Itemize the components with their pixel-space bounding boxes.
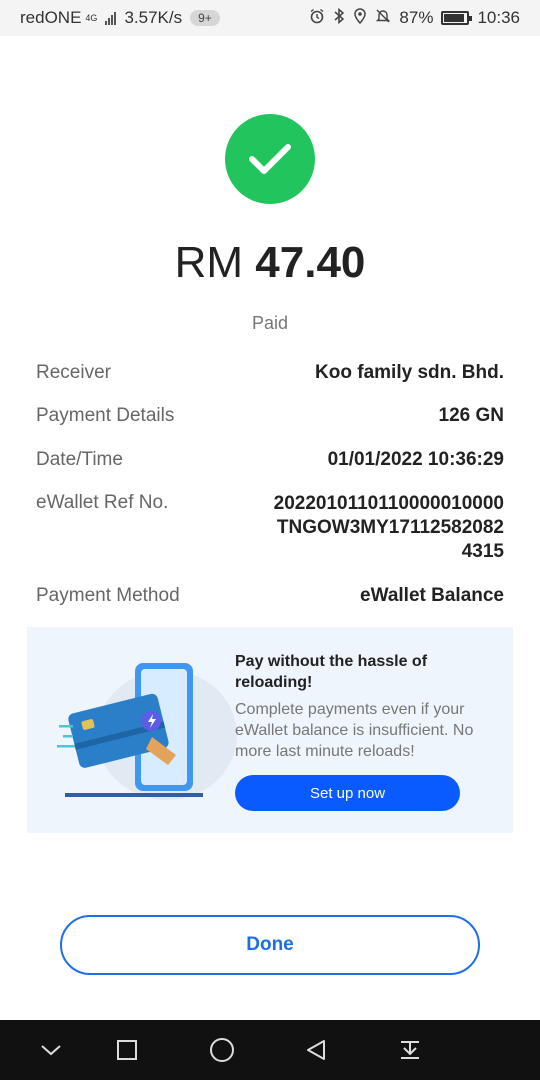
- detail-label: Receiver: [36, 362, 111, 383]
- phone-card-illustration: [57, 663, 237, 800]
- battery-icon: [441, 11, 473, 25]
- detail-label: Payment Details: [36, 405, 175, 426]
- success-check-icon: [225, 114, 315, 204]
- detail-value: 126 GN: [438, 405, 504, 426]
- detail-value: eWallet Balance: [360, 585, 504, 606]
- clock: 10:36: [477, 8, 520, 27]
- system-nav-bar: [0, 1020, 540, 1080]
- detail-row-payment-method: Payment Method eWallet Balance: [36, 585, 504, 607]
- detail-row-ref-no: eWallet Ref No. 2022010110110000010000TN…: [36, 492, 504, 564]
- bluetooth-icon: [333, 7, 345, 28]
- detail-row-payment-details: Payment Details 126 GN: [36, 405, 504, 427]
- network-speed: 3.57K/s: [124, 8, 183, 27]
- amount-value: 47.40: [255, 238, 366, 287]
- detail-label: Payment Method: [36, 585, 180, 606]
- network-type: 4G: [85, 12, 98, 23]
- battery-percent: 87%: [399, 8, 434, 27]
- promo-banner: Pay without the hassle of reloading! Com…: [27, 627, 513, 833]
- home-icon[interactable]: [206, 1034, 238, 1066]
- carrier-name: redONE: [20, 8, 82, 27]
- detail-value: Koo family sdn. Bhd.: [315, 362, 504, 383]
- payment-status: Paid: [251, 313, 289, 333]
- detail-value: 2022010110110000010000TNGOW3MY1711258208…: [273, 493, 504, 562]
- location-icon: [353, 8, 367, 28]
- status-bar: redONE 4G 3.57K/s 9+ 87% 10:36: [0, 0, 540, 36]
- payment-amount: RM 47.40: [0, 238, 540, 288]
- done-button[interactable]: Done: [60, 915, 480, 975]
- detail-label: Date/Time: [36, 449, 123, 470]
- promo-description: Complete payments even if your eWallet b…: [235, 701, 474, 760]
- currency-label: RM: [174, 238, 244, 287]
- back-icon[interactable]: [300, 1034, 332, 1066]
- notification-badge: 9+: [190, 10, 220, 26]
- recent-apps-icon[interactable]: [111, 1034, 143, 1066]
- detail-label: eWallet Ref No.: [36, 492, 169, 513]
- mute-icon: [375, 8, 391, 28]
- detail-row-receiver: Receiver Koo family sdn. Bhd.: [36, 362, 504, 384]
- signal-icon: [105, 11, 117, 25]
- chevron-down-icon[interactable]: [35, 1034, 67, 1066]
- promo-title: Pay without the hassle of reloading!: [235, 653, 428, 691]
- notification-pull-icon[interactable]: [394, 1034, 426, 1066]
- set-up-now-button[interactable]: Set up now: [235, 775, 460, 811]
- detail-row-datetime: Date/Time 01/01/2022 10:36:29: [36, 449, 504, 471]
- detail-value: 01/01/2022 10:36:29: [327, 449, 504, 470]
- alarm-icon: [309, 8, 325, 28]
